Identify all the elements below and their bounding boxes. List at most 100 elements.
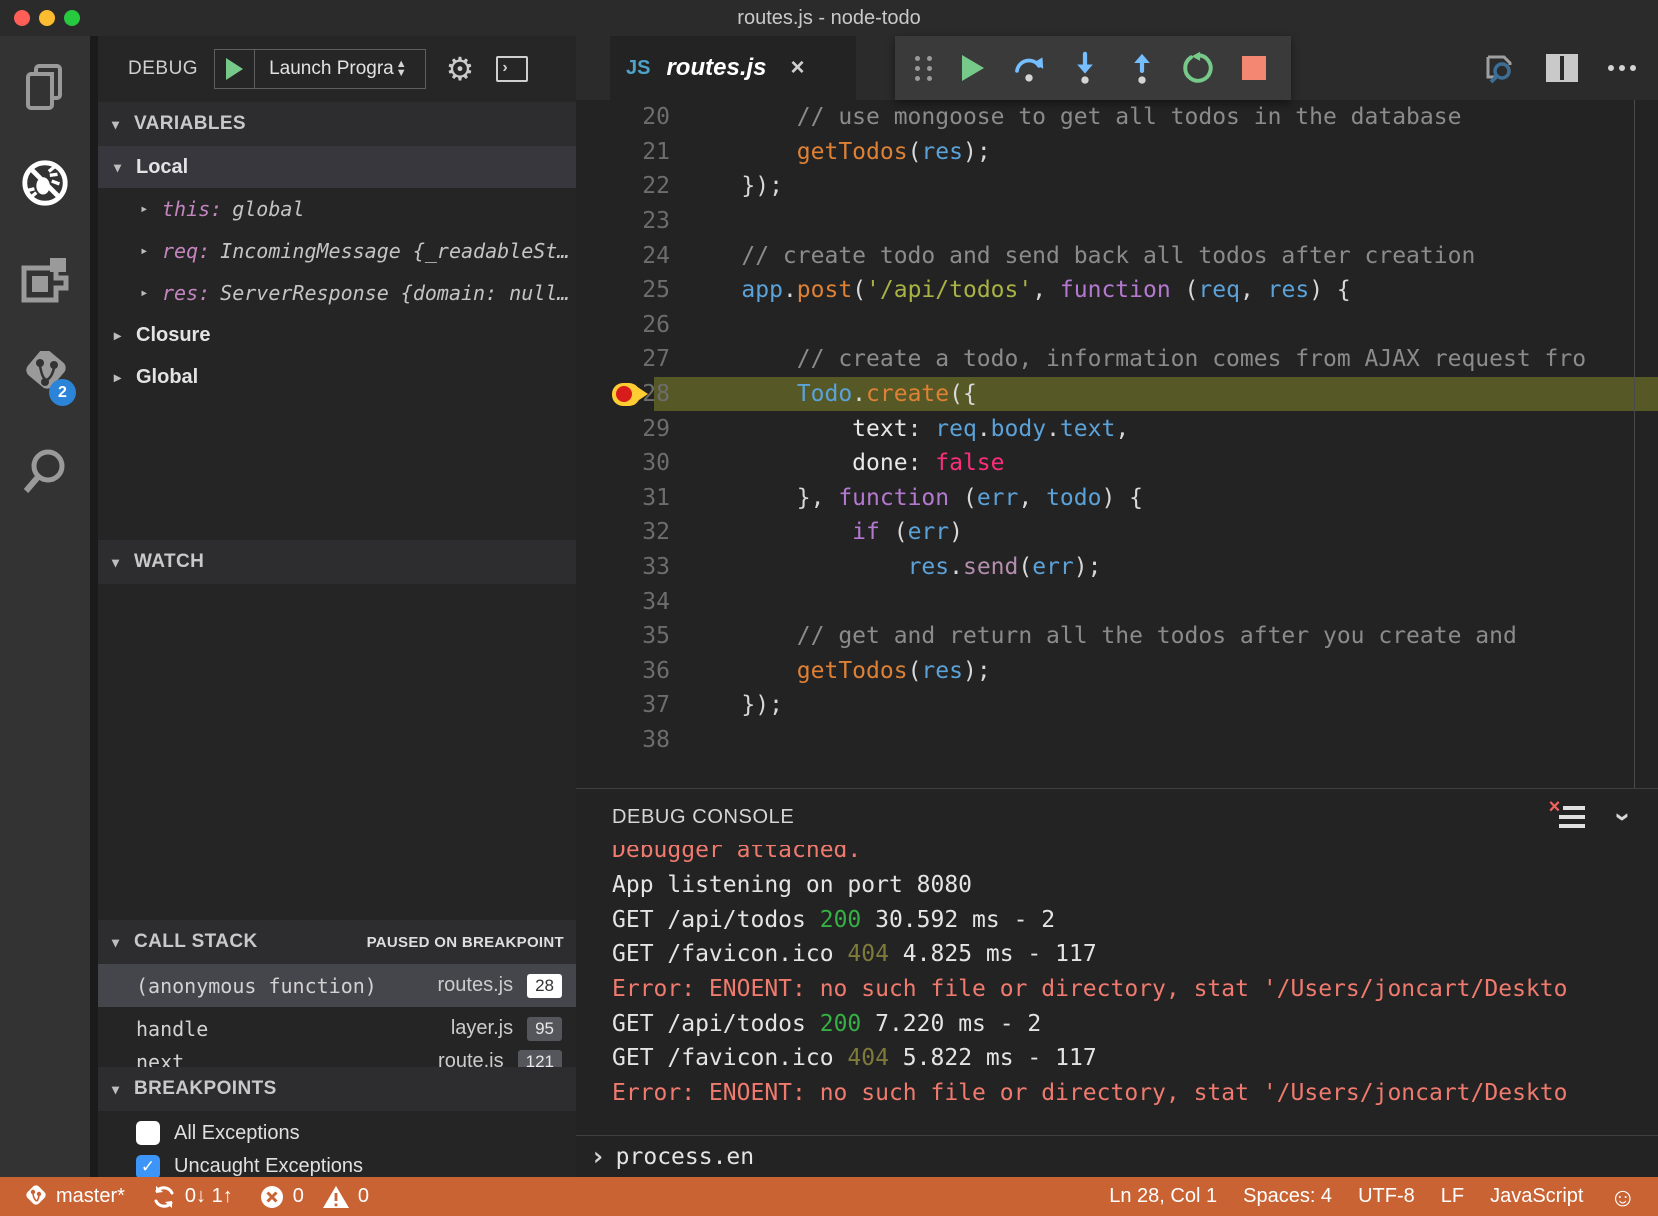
line-number[interactable]: 27 <box>576 346 686 372</box>
start-debug-button[interactable] <box>215 50 255 88</box>
code-line[interactable]: 36 getTodos(res); <box>576 654 1658 689</box>
debug-console-toggle-icon[interactable]: › <box>496 56 528 82</box>
debug-icon[interactable] <box>20 158 70 208</box>
scope-closure[interactable]: ▸ Closure <box>98 314 576 356</box>
editor-scrollbar[interactable] <box>1634 100 1635 788</box>
configure-gear-button[interactable]: ⚙ <box>446 53 475 85</box>
code-line[interactable]: 28 Todo.create({ <box>576 377 1658 412</box>
paused-on-breakpoint-badge: PAUSED ON BREAKPOINT <box>367 934 564 951</box>
step-out-button[interactable] <box>1125 48 1159 88</box>
code-line[interactable]: 34 <box>576 584 1658 619</box>
variables-section-header[interactable]: ▾ VARIABLES <box>98 102 576 146</box>
line-number[interactable]: 35 <box>576 623 686 649</box>
step-into-button[interactable] <box>1068 48 1102 88</box>
code-editor[interactable]: 20 // use mongoose to get all todos in t… <box>576 100 1658 788</box>
line-number[interactable]: 24 <box>576 243 686 269</box>
find-in-file-icon[interactable] <box>1482 51 1516 85</box>
extensions-icon[interactable] <box>20 254 70 304</box>
line-number[interactable]: 32 <box>576 519 686 545</box>
indentation-setting[interactable]: Spaces: 4 <box>1243 1185 1332 1208</box>
problems-status[interactable]: 0 0 <box>259 1184 369 1210</box>
line-number[interactable]: 37 <box>576 692 686 718</box>
scope-global[interactable]: ▸ Global <box>98 356 576 398</box>
checked-checkbox[interactable]: ✓ <box>136 1155 160 1177</box>
code-line[interactable]: 31 }, function (err, todo) { <box>576 481 1658 516</box>
console-output[interactable]: Debugger attached.App listening on port … <box>576 845 1658 1135</box>
breakpoint-row[interactable]: All Exceptions <box>98 1111 576 1155</box>
debug-sidebar: DEBUG Launch Progra ▲▼ ⚙ › ▾ VARIABLES ▾… <box>90 36 576 1177</box>
line-number[interactable]: 23 <box>576 208 686 234</box>
stack-frame[interactable]: handlelayer.js95 <box>98 1007 576 1050</box>
line-number[interactable]: 22 <box>576 173 686 199</box>
code-line[interactable]: 23 <box>576 204 1658 239</box>
line-number[interactable]: 33 <box>576 554 686 580</box>
code-line[interactable]: 20 // use mongoose to get all todos in t… <box>576 100 1658 135</box>
code-line[interactable]: 35 // get and return all the todos after… <box>576 619 1658 654</box>
chevron-down-icon: ▾ <box>114 159 136 176</box>
line-number[interactable]: 34 <box>576 589 686 615</box>
variable-row[interactable]: ▸this:global <box>98 188 576 230</box>
stack-frame[interactable]: nextroute.js121 <box>98 1050 576 1067</box>
feedback-smiley-icon[interactable]: ☺ <box>1609 1184 1636 1210</box>
clear-console-icon[interactable]: × <box>1553 804 1585 830</box>
code-line[interactable]: 27 // create a todo, information comes f… <box>576 342 1658 377</box>
search-icon[interactable] <box>20 446 70 496</box>
line-number[interactable]: 26 <box>576 312 686 338</box>
encoding-setting[interactable]: UTF-8 <box>1358 1185 1415 1208</box>
git-branch-status[interactable]: master* <box>24 1184 125 1210</box>
code-line[interactable]: 30 done: false <box>576 446 1658 481</box>
stop-button[interactable] <box>1237 48 1271 88</box>
branch-name: master* <box>56 1185 125 1208</box>
code-line[interactable]: 29 text: req.body.text, <box>576 411 1658 446</box>
line-number[interactable]: 20 <box>576 104 686 130</box>
explorer-icon[interactable] <box>20 62 70 112</box>
unchecked-checkbox[interactable] <box>136 1121 160 1145</box>
code-line[interactable]: 21 getTodos(res); <box>576 135 1658 170</box>
line-number[interactable]: 31 <box>576 485 686 511</box>
sync-status[interactable]: 0↓ 1↑ <box>151 1184 233 1210</box>
line-number[interactable]: 29 <box>576 416 686 442</box>
stack-frame[interactable]: (anonymous function)routes.js28 <box>98 964 576 1007</box>
code-line[interactable]: 32 if (err) <box>576 515 1658 550</box>
collapse-panel-icon[interactable]: › <box>1609 812 1637 821</box>
variable-row[interactable]: ▸res:ServerResponse {domain: null… <box>98 272 576 314</box>
cursor-position[interactable]: Ln 28, Col 1 <box>1109 1185 1217 1208</box>
language-mode[interactable]: JavaScript <box>1490 1185 1583 1208</box>
callstack-section-header[interactable]: ▾ CALL STACK PAUSED ON BREAKPOINT <box>98 920 576 964</box>
watch-section-header[interactable]: ▾ WATCH <box>98 540 576 584</box>
continue-button[interactable] <box>956 48 990 88</box>
console-input-text[interactable]: process.en <box>616 1144 754 1170</box>
line-number[interactable]: 38 <box>576 727 686 753</box>
code-line[interactable]: 37 }); <box>576 688 1658 723</box>
line-number[interactable]: 36 <box>576 658 686 684</box>
code-line[interactable]: 26 <box>576 308 1658 343</box>
console-input-row[interactable]: › process.en <box>576 1135 1658 1177</box>
source-control-icon[interactable]: 2 <box>20 350 70 400</box>
more-actions-icon[interactable] <box>1608 65 1636 71</box>
breakpoints-section-header[interactable]: ▾ BREAKPOINTS <box>98 1067 576 1111</box>
code-line[interactable]: 25 app.post('/api/todos', function (req,… <box>576 273 1658 308</box>
javascript-file-icon: JS <box>626 57 650 80</box>
tab-routes-js[interactable]: JS routes.js × <box>610 36 856 100</box>
line-number[interactable]: 30 <box>576 450 686 476</box>
close-tab-icon[interactable]: × <box>791 54 805 82</box>
split-editor-icon[interactable] <box>1546 54 1578 82</box>
breakpoint-icon[interactable] <box>612 383 652 406</box>
restart-button[interactable] <box>1181 48 1215 88</box>
code-line[interactable]: 38 <box>576 723 1658 758</box>
line-number[interactable]: 21 <box>576 139 686 165</box>
launch-config-dropdown[interactable]: Launch Progra ▲▼ <box>255 50 425 88</box>
chevron-down-icon: ▾ <box>112 554 134 571</box>
code-line[interactable]: 24 // create todo and send back all todo… <box>576 238 1658 273</box>
scope-local[interactable]: ▾ Local <box>98 146 576 188</box>
step-over-button[interactable] <box>1012 48 1046 88</box>
drag-handle-icon[interactable] <box>915 56 934 81</box>
chevron-right-icon: ▸ <box>114 327 136 344</box>
eol-setting[interactable]: LF <box>1441 1185 1464 1208</box>
variable-row[interactable]: ▸req:IncomingMessage {_readableSt… <box>98 230 576 272</box>
breakpoint-row[interactable]: ✓Uncaught Exceptions <box>98 1155 576 1177</box>
watch-title: WATCH <box>134 551 204 573</box>
line-number[interactable]: 25 <box>576 277 686 303</box>
code-line[interactable]: 22 }); <box>576 169 1658 204</box>
code-line[interactable]: 33 res.send(err); <box>576 550 1658 585</box>
